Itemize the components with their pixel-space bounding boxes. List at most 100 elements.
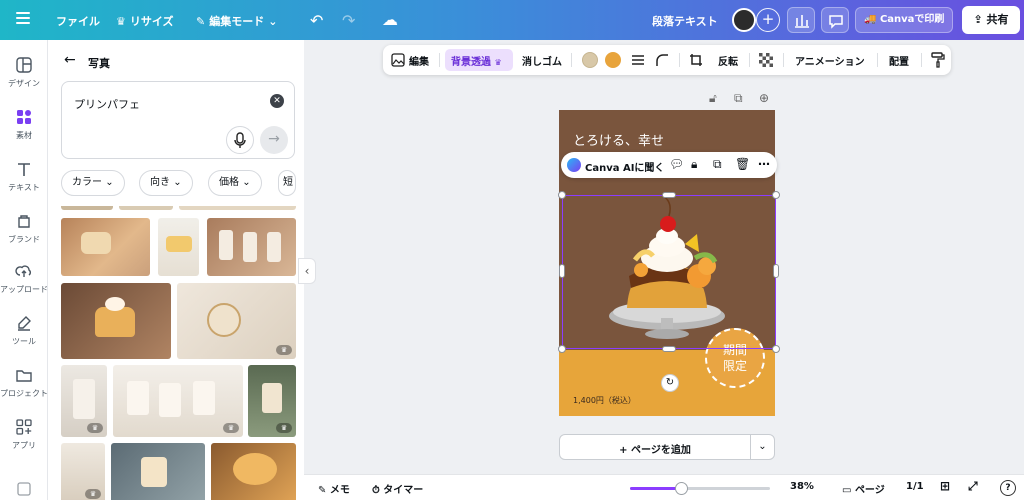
photo-thumb[interactable] xyxy=(61,206,113,210)
rail-item-brand[interactable]: ブランド xyxy=(0,212,48,245)
photo-thumb[interactable]: ♛ xyxy=(248,365,296,437)
avatar[interactable] xyxy=(732,8,756,32)
rail-label: ブランド xyxy=(8,235,40,244)
file-menu[interactable]: ファイル xyxy=(56,13,100,29)
collapse-panel-chevron-icon[interactable]: ‹ xyxy=(298,258,316,284)
chevron-down-icon: ⌄ xyxy=(173,177,182,188)
flip-button[interactable]: 反転 xyxy=(718,53,738,68)
add-page-button[interactable]: + ページを追加 ⌄ xyxy=(559,434,775,460)
resize-button[interactable]: ♛ リサイズ xyxy=(116,13,174,29)
photo-thumb[interactable]: ♛ xyxy=(177,283,296,359)
zoom-slider-knob[interactable] xyxy=(675,482,688,495)
rail-item-elements[interactable]: 素材 xyxy=(0,108,48,141)
crop-icon[interactable] xyxy=(689,53,703,67)
bg-remove-button[interactable]: 背景透過 ♛ xyxy=(451,53,502,68)
search-input[interactable]: プリンパフェ xyxy=(74,96,140,112)
invite-plus-icon[interactable]: + xyxy=(756,8,780,32)
resize-handle[interactable] xyxy=(558,191,566,199)
edit-mode-dropdown[interactable]: ✎ 編集モード ⌄ xyxy=(196,13,277,29)
price-text[interactable]: 1,400円（税込） xyxy=(573,395,636,406)
lock-icon[interactable]: 🔓︎ xyxy=(709,91,717,106)
rotate-icon[interactable]: ↻ xyxy=(661,374,679,392)
selection-box xyxy=(562,195,776,349)
menu-icon[interactable] xyxy=(16,12,30,24)
trash-icon[interactable]: 🗑︎ xyxy=(735,157,750,171)
timer-icon: ⏱ xyxy=(372,485,384,496)
search-submit-arrow-icon[interactable]: → xyxy=(260,126,288,154)
lock-icon[interactable]: 🔒︎ xyxy=(691,157,697,172)
chevron-down-icon[interactable]: ⌄ xyxy=(750,435,774,459)
photo-thumb[interactable] xyxy=(111,443,205,500)
photo-thumb[interactable] xyxy=(119,206,173,210)
photo-thumb[interactable] xyxy=(61,218,150,276)
transparency-icon[interactable] xyxy=(759,53,773,67)
filter-more[interactable]: 短 xyxy=(278,170,296,196)
resize-handle[interactable] xyxy=(772,345,780,353)
page-counter[interactable]: 1/1 xyxy=(906,481,924,492)
eraser-button[interactable]: 消しゴム xyxy=(522,53,562,68)
zoom-level[interactable]: 38% xyxy=(790,481,814,492)
resize-handle[interactable] xyxy=(772,191,780,199)
pages-label: ページ xyxy=(854,485,885,496)
ask-canva-ai-button[interactable]: Canva AIに聞く xyxy=(585,159,664,174)
add-page-icon[interactable]: ⊕ xyxy=(759,91,769,105)
analytics-button[interactable] xyxy=(787,7,815,33)
notes-button[interactable]: ✎ メモ xyxy=(318,481,350,496)
microphone-icon[interactable] xyxy=(226,126,254,154)
filter-price[interactable]: 価格 ⌄ xyxy=(208,170,262,196)
clear-search-icon[interactable]: ✕ xyxy=(270,94,284,108)
filter-color[interactable]: カラー ⌄ xyxy=(61,170,125,196)
duplicate-page-icon[interactable]: ⧉ xyxy=(734,91,743,106)
photo-thumb[interactable] xyxy=(158,218,199,276)
border-style-icon[interactable] xyxy=(631,53,645,67)
duplicate-icon[interactable]: ⧉ xyxy=(713,157,722,172)
comment-button[interactable] xyxy=(821,7,849,33)
photo-thumb[interactable]: ♛ xyxy=(61,443,105,500)
rail-item-projects[interactable]: プロジェクト xyxy=(0,366,48,399)
print-button[interactable]: 🚚 Canvaで印刷 xyxy=(855,7,954,33)
rail-item-upload[interactable]: アップロード xyxy=(0,262,48,295)
cloud-sync-icon[interactable]: ☁ xyxy=(382,10,398,29)
search-box[interactable]: プリンパフェ ✕ → xyxy=(61,81,295,159)
corner-rounding-icon[interactable] xyxy=(655,53,669,67)
filter-label: 短 xyxy=(283,177,293,188)
more-icon[interactable]: ⋯ xyxy=(758,157,770,171)
help-icon[interactable]: ? xyxy=(1000,480,1016,496)
resize-handle[interactable] xyxy=(773,264,779,278)
timer-button[interactable]: ⏱ タイマー xyxy=(372,481,423,496)
edit-image-button[interactable]: 編集 xyxy=(409,53,429,68)
photo-thumb[interactable] xyxy=(211,443,296,500)
rail-item-tools[interactable]: ツール xyxy=(0,314,48,347)
rail-item-apps[interactable]: アプリ xyxy=(0,418,48,451)
animation-button[interactable]: アニメーション xyxy=(795,53,865,68)
rail-item-design[interactable]: デザイン xyxy=(0,56,48,89)
paint-roller-icon[interactable] xyxy=(931,52,945,68)
grid-view-icon[interactable]: ⊞ xyxy=(940,479,950,493)
rail-item-text[interactable]: テキスト xyxy=(0,160,48,193)
resize-handle[interactable] xyxy=(559,264,565,278)
back-arrow-icon[interactable]: ← xyxy=(64,52,76,68)
photo-thumb[interactable]: ♛ xyxy=(113,365,243,437)
filter-orientation[interactable]: 向き ⌄ xyxy=(139,170,193,196)
left-rail: デザイン 素材 テキスト ブランド アップロード ツール プロジェクト アプリ xyxy=(0,40,48,500)
redo-icon[interactable]: ↷ xyxy=(342,11,355,30)
photo-thumb[interactable]: ♛ xyxy=(61,365,107,437)
position-button[interactable]: 配置 xyxy=(889,53,909,68)
zoom-slider[interactable] xyxy=(630,482,770,495)
resize-handle[interactable] xyxy=(558,345,566,353)
fullscreen-icon[interactable]: ⤢ xyxy=(968,479,978,494)
color-swatch-beige[interactable] xyxy=(582,52,598,68)
resize-handle[interactable] xyxy=(662,346,676,352)
photo-thumb[interactable] xyxy=(207,218,296,276)
share-button[interactable]: ⇪ 共有 xyxy=(962,6,1020,34)
photo-thumb[interactable] xyxy=(179,206,296,210)
resize-handle[interactable] xyxy=(662,192,676,198)
comment-add-icon[interactable]: 💬︎ xyxy=(669,157,684,171)
undo-icon[interactable]: ↶ xyxy=(310,11,323,30)
rail-item-magic[interactable] xyxy=(0,480,48,500)
pages-button[interactable]: ▭ ページ xyxy=(842,481,885,496)
document-title[interactable]: 段落テキスト xyxy=(652,13,718,29)
photo-thumb[interactable] xyxy=(61,283,171,359)
tagline-text[interactable]: とろける、幸せ xyxy=(573,130,664,149)
color-swatch-orange[interactable] xyxy=(605,52,621,68)
